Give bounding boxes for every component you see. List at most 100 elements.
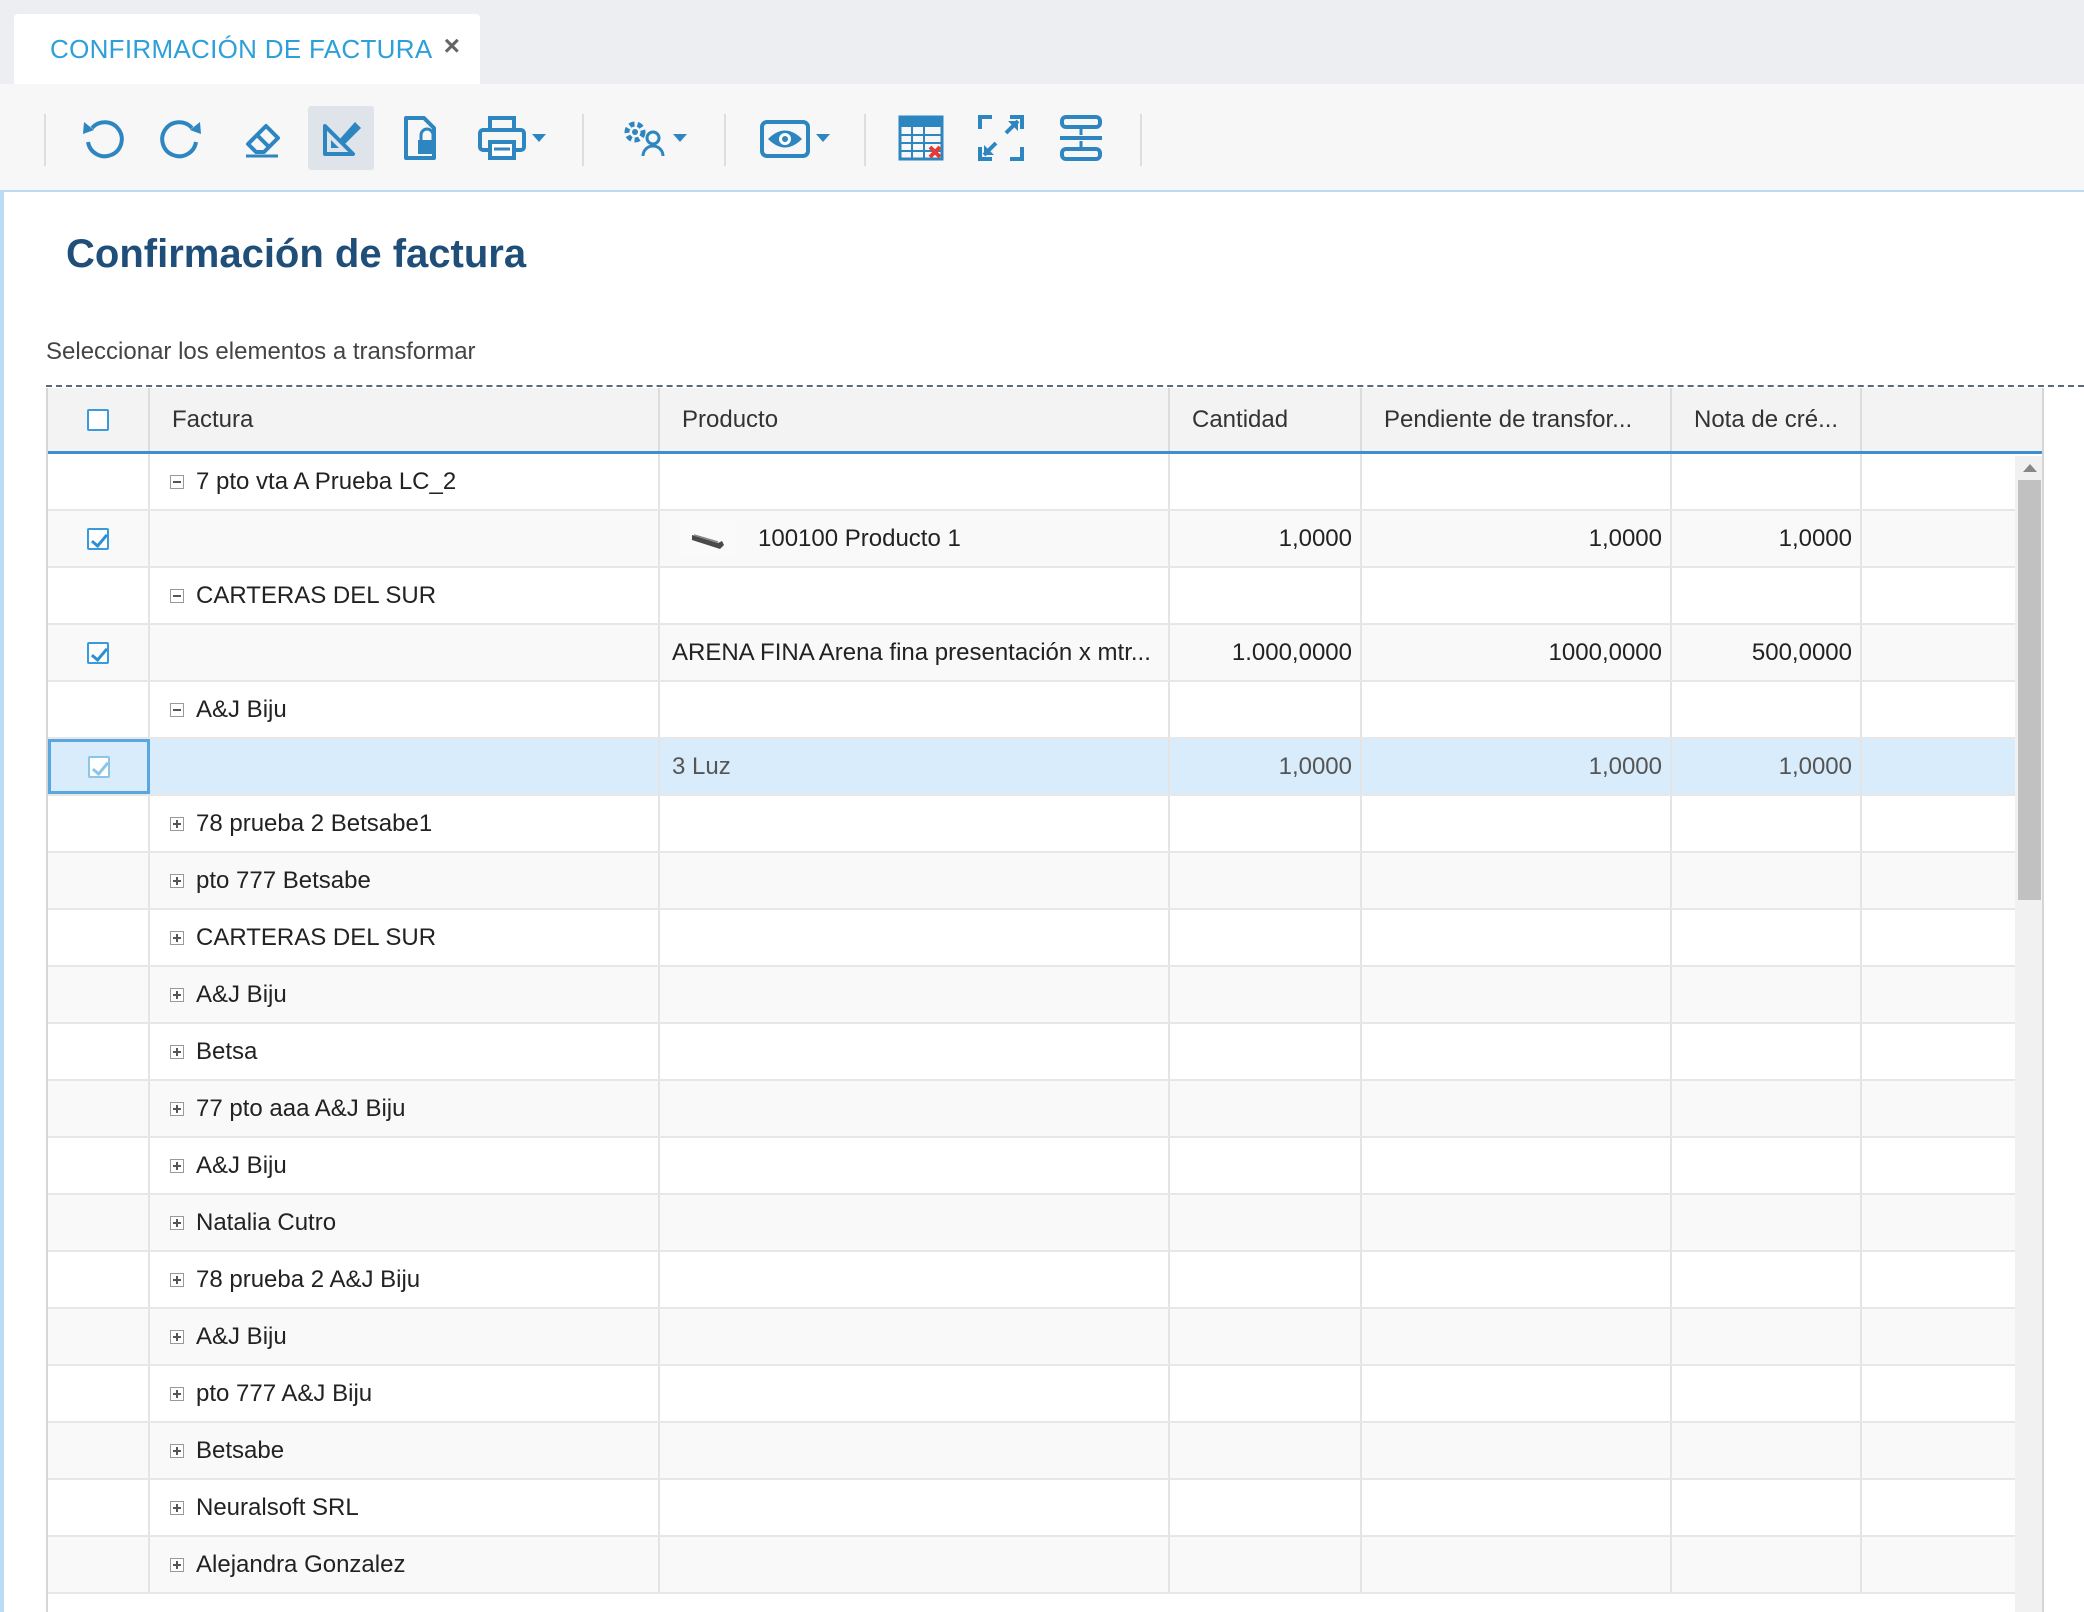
close-tab-icon[interactable]: × [444, 32, 460, 60]
collapse-icon[interactable] [170, 702, 184, 717]
pendiente-cell [1362, 568, 1672, 623]
group-row[interactable]: CARTERAS DEL SUR [48, 910, 2042, 967]
table-row[interactable]: 3 Luz 1,0000 1,0000 1,0000 [48, 739, 2042, 796]
column-header-nota-credito[interactable]: Nota de cré... [1672, 388, 1862, 451]
group-row[interactable]: pto 777 A&J Biju [48, 1366, 2042, 1423]
cantidad-cell [1170, 1366, 1362, 1421]
settings-users-button[interactable] [610, 106, 694, 170]
cantidad-cell [1170, 910, 1362, 965]
expand-icon[interactable] [170, 1215, 184, 1230]
group-row[interactable]: pto 777 Betsabe [48, 853, 2042, 910]
design-mode-button[interactable] [308, 106, 374, 170]
nota-credito-cell: 1,0000 [1672, 739, 1862, 794]
producto-cell [660, 1138, 1170, 1193]
nota-credito-cell [1672, 568, 1862, 623]
vertical-scrollbar[interactable] [2015, 456, 2042, 1612]
group-row[interactable]: Neuralsoft SRL [48, 1480, 2042, 1537]
pendiente-cell [1362, 796, 1672, 851]
toolbar-separator [1140, 114, 1142, 166]
print-button[interactable] [470, 106, 552, 170]
group-row[interactable]: Betsa [48, 1024, 2042, 1081]
undo-button[interactable] [70, 106, 134, 170]
factura-cell: 78 prueba 2 A&J Biju [150, 1252, 660, 1307]
group-row[interactable]: Natalia Cutro [48, 1195, 2042, 1252]
factura-cell: pto 777 Betsabe [150, 853, 660, 908]
clear-button[interactable] [230, 106, 294, 170]
group-row[interactable]: A&J Biju [48, 1138, 2042, 1195]
scroll-up-arrow-icon[interactable] [2023, 464, 2037, 472]
factura-cell: CARTERAS DEL SUR [150, 910, 660, 965]
group-label: Alejandra Gonzalez [196, 1550, 406, 1578]
nota-credito-cell [1672, 910, 1862, 965]
expand-icon[interactable] [170, 1443, 184, 1458]
toolbar-separator [864, 114, 866, 166]
expand-icon[interactable] [170, 1158, 184, 1173]
group-row[interactable]: 7 pto vta A Prueba LC_2 [48, 454, 2042, 511]
tab-confirmacion-factura[interactable]: CONFIRMACIÓN DE FACTURA × [14, 14, 480, 84]
select-cell [48, 910, 150, 965]
expand-icon[interactable] [170, 1272, 184, 1287]
expand-icon[interactable] [170, 1386, 184, 1401]
expand-icon[interactable] [170, 1329, 184, 1344]
expand-icon[interactable] [170, 1044, 184, 1059]
factura-cell: A&J Biju [150, 1309, 660, 1364]
factura-cell [150, 739, 660, 794]
cantidad-cell: 1,0000 [1170, 511, 1362, 566]
expand-icon[interactable] [170, 873, 184, 888]
group-row[interactable]: A&J Biju [48, 967, 2042, 1024]
expand-button[interactable] [968, 106, 1034, 170]
group-row[interactable]: 77 pto aaa A&J Biju [48, 1081, 2042, 1138]
producto-cell [660, 1480, 1170, 1535]
expand-icon[interactable] [170, 987, 184, 1002]
pendiente-cell [1362, 853, 1672, 908]
expand-icon[interactable] [170, 930, 184, 945]
split-button[interactable] [1048, 106, 1114, 170]
group-label: CARTERAS DEL SUR [196, 923, 437, 951]
column-header-pendiente[interactable]: Pendiente de transfor... [1362, 388, 1672, 451]
cantidad-cell [1170, 1537, 1362, 1592]
eraser-icon [246, 124, 280, 158]
collapse-icon[interactable] [170, 474, 184, 489]
factura-cell [150, 625, 660, 680]
column-header-cantidad[interactable]: Cantidad [1170, 388, 1362, 451]
nota-credito-cell [1672, 967, 1862, 1022]
collapse-icon[interactable] [170, 588, 184, 603]
scrollbar-thumb[interactable] [2018, 480, 2041, 900]
table-row[interactable]: 100100 Producto 1 1,0000 1,0000 1,0000 [48, 511, 2042, 568]
row-checkbox[interactable] [87, 641, 109, 664]
factura-cell: Natalia Cutro [150, 1195, 660, 1250]
producto-cell [660, 1537, 1170, 1592]
group-row[interactable]: Betsabe [48, 1423, 2042, 1480]
expand-icon[interactable] [170, 1500, 184, 1515]
factura-cell: 77 pto aaa A&J Biju [150, 1081, 660, 1136]
row-checkbox[interactable] [88, 755, 110, 778]
grid-clear-button[interactable] [888, 106, 954, 170]
group-label: Betsabe [196, 1436, 285, 1464]
column-header-producto[interactable]: Producto [660, 388, 1170, 451]
grid-body: 7 pto vta A Prueba LC_2 100100 Producto 1… [48, 454, 2042, 1594]
expand-icon[interactable] [170, 1101, 184, 1116]
redo-button[interactable] [150, 106, 214, 170]
select-cell [48, 853, 150, 908]
group-row[interactable]: A&J Biju [48, 1309, 2042, 1366]
group-row[interactable]: 78 prueba 2 Betsabe1 [48, 796, 2042, 853]
group-row[interactable]: A&J Biju [48, 682, 2042, 739]
product-label: ARENA FINA Arena fina presentación x mtr… [672, 638, 1151, 666]
row-checkbox[interactable] [87, 527, 109, 550]
cantidad-cell [1170, 1138, 1362, 1193]
expand-icon[interactable] [170, 816, 184, 831]
expand-icon[interactable] [170, 1557, 184, 1572]
document-lock-button[interactable] [388, 106, 452, 170]
factura-cell: 78 prueba 2 Betsabe1 [150, 796, 660, 851]
select-cell [48, 625, 150, 680]
group-row[interactable]: CARTERAS DEL SUR [48, 568, 2042, 625]
pendiente-cell [1362, 910, 1672, 965]
view-button[interactable] [750, 106, 838, 170]
cantidad-cell [1170, 568, 1362, 623]
table-row[interactable]: ARENA FINA Arena fina presentación x mtr… [48, 625, 2042, 682]
group-row[interactable]: Alejandra Gonzalez [48, 1537, 2042, 1594]
column-header-factura[interactable]: Factura [150, 388, 660, 451]
select-all-checkbox[interactable] [87, 408, 109, 431]
group-row[interactable]: 78 prueba 2 A&J Biju [48, 1252, 2042, 1309]
split-icon [1060, 115, 1102, 161]
